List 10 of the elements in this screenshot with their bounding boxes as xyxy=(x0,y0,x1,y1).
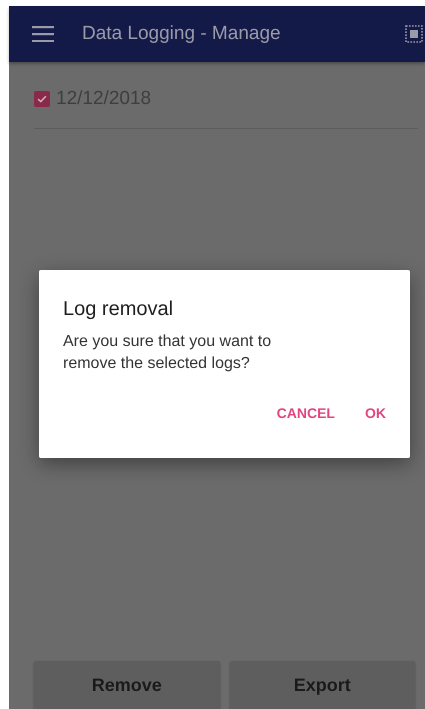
app-bar-title: Data Logging - Manage xyxy=(82,23,282,45)
dialog-button[interactable]: OK xyxy=(357,399,394,427)
menu-icon[interactable] xyxy=(32,26,54,42)
select-all-icon[interactable] xyxy=(405,25,423,43)
dialog-button[interactable]: CANCEL xyxy=(268,399,343,427)
dialog-title: Log removal xyxy=(63,298,174,321)
dialog-message: Are you sure that you want to remove the selected logs? xyxy=(63,332,272,374)
checkbox[interactable] xyxy=(34,91,50,107)
action-button[interactable]: Remove xyxy=(34,661,220,709)
action-button[interactable]: Export xyxy=(230,661,415,709)
